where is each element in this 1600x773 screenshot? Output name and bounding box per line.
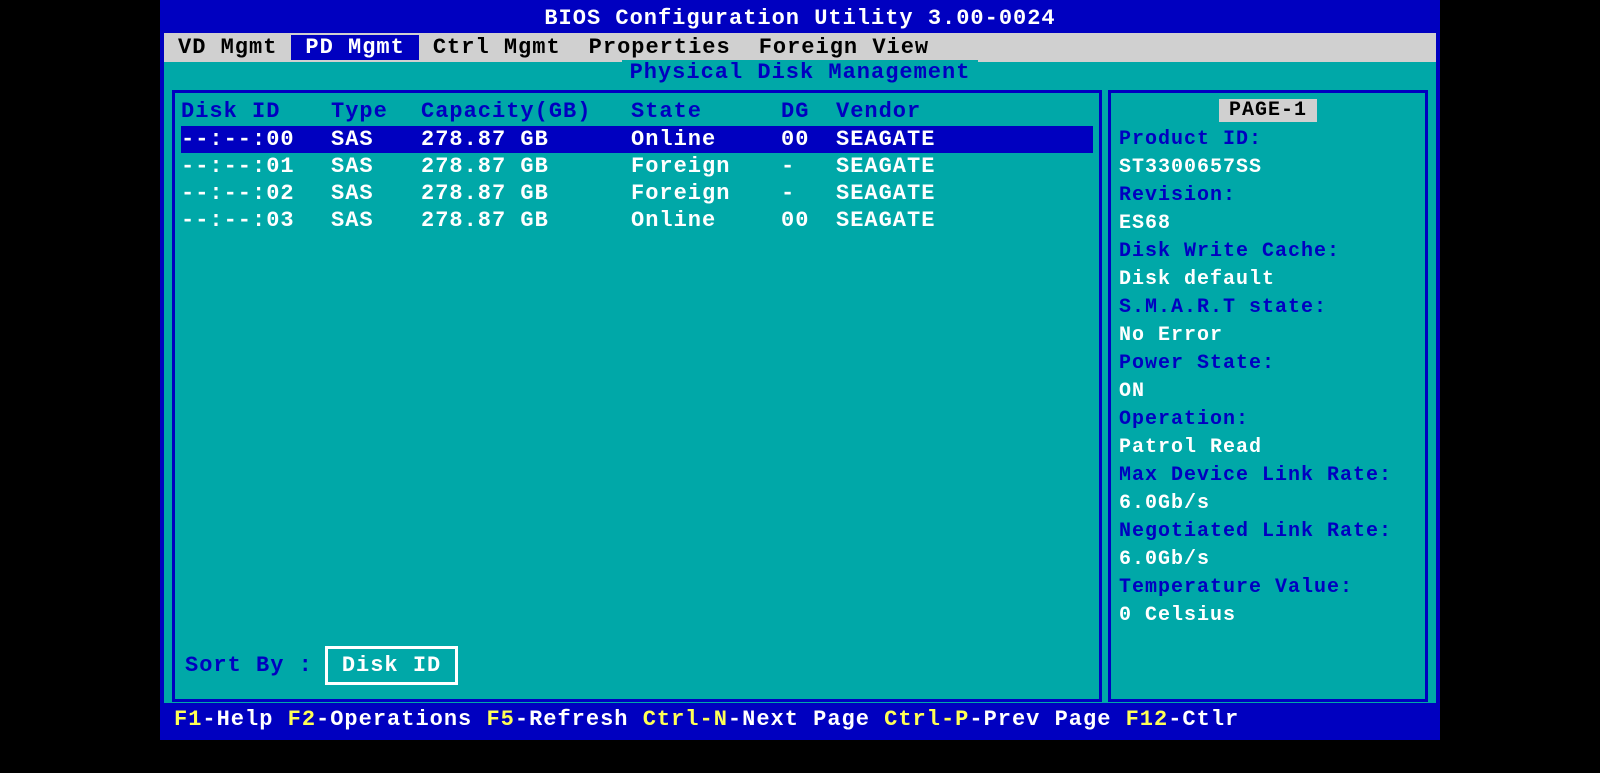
write-cache-value: Disk default [1119, 268, 1275, 291]
footer-text: -Prev Page [969, 707, 1125, 732]
disk-capacity: 278.87 GB [421, 181, 631, 206]
power-label: Power State: [1119, 352, 1275, 375]
page-label-wrap: PAGE-1 [1119, 97, 1417, 122]
disk-dg: - [781, 154, 836, 179]
max-link-label: Max Device Link Rate: [1119, 464, 1392, 487]
operation-value: Patrol Read [1119, 436, 1262, 459]
disk-vendor: SEAGATE [836, 181, 1093, 206]
footer-bar: F1-Help F2-Operations F5-Refresh Ctrl-N-… [164, 703, 1436, 736]
product-id-value: ST3300657SS [1119, 156, 1262, 179]
revision-label: Revision: [1119, 184, 1236, 207]
disk-vendor: SEAGATE [836, 154, 1093, 179]
disk-state: Foreign [631, 181, 781, 206]
body-area: Disk ID Type Capacity(GB) State DG Vendo… [164, 90, 1436, 702]
menu-item-ctrl-mgmt[interactable]: Ctrl Mgmt [419, 35, 575, 60]
disk-type: SAS [331, 181, 421, 206]
col-header-type: Type [331, 99, 421, 124]
disk-type: SAS [331, 208, 421, 233]
smart-label: S.M.A.R.T state: [1119, 296, 1327, 319]
revision-value: ES68 [1119, 212, 1171, 235]
disk-vendor: SEAGATE [836, 208, 1093, 233]
disk-capacity: 278.87 GB [421, 127, 631, 152]
temp-label: Temperature Value: [1119, 576, 1353, 599]
max-link-value: 6.0Gb/s [1119, 492, 1210, 515]
footer-key[interactable]: F5 [486, 707, 514, 732]
disk-state: Foreign [631, 154, 781, 179]
detail-pane: PAGE-1 Product ID: ST3300657SS Revision:… [1108, 90, 1428, 702]
footer-text: -Next Page [728, 707, 884, 732]
disk-row[interactable]: --:--:02SAS278.87 GBForeign-SEAGATE [181, 180, 1093, 207]
disk-dg: 00 [781, 208, 836, 233]
disk-type: SAS [331, 127, 421, 152]
sort-value: Disk ID [342, 653, 441, 678]
disk-capacity: 278.87 GB [421, 208, 631, 233]
write-cache-label: Disk Write Cache: [1119, 240, 1340, 263]
disk-vendor: SEAGATE [836, 127, 1093, 152]
panel-title: Physical Disk Management [622, 60, 979, 85]
disk-capacity: 278.87 GB [421, 154, 631, 179]
disk-id: --:--:00 [181, 127, 331, 152]
footer-text: -Help [202, 707, 287, 732]
col-header-vendor: Vendor [836, 99, 1093, 124]
col-header-capacity: Capacity(GB) [421, 99, 631, 124]
operation-label: Operation: [1119, 408, 1249, 431]
menu-item-foreign-view[interactable]: Foreign View [745, 35, 943, 60]
disk-row[interactable]: --:--:03SAS278.87 GBOnline00SEAGATE [181, 207, 1093, 234]
footer-key[interactable]: F1 [174, 707, 202, 732]
col-header-dg: DG [781, 99, 836, 124]
disk-row[interactable]: --:--:00SAS278.87 GBOnline00SEAGATE [181, 126, 1093, 153]
footer-key[interactable]: Ctrl-N [643, 707, 728, 732]
title-text: BIOS Configuration Utility 3.00-0024 [544, 6, 1055, 31]
footer-key[interactable]: F2 [288, 707, 316, 732]
page-label: PAGE-1 [1219, 99, 1317, 122]
disk-id: --:--:01 [181, 154, 331, 179]
disk-list-pane[interactable]: Disk ID Type Capacity(GB) State DG Vendo… [172, 90, 1102, 702]
footer-key[interactable]: F12 [1126, 707, 1169, 732]
panel-title-wrap: Physical Disk Management [164, 62, 1436, 90]
footer-text: -Refresh [515, 707, 643, 732]
menu-item-vd-mgmt[interactable]: VD Mgmt [164, 35, 291, 60]
footer-text: -Ctlr [1168, 707, 1239, 732]
bios-screen: BIOS Configuration Utility 3.00-0024 VD … [160, 0, 1440, 740]
disk-dg: 00 [781, 127, 836, 152]
disk-state: Online [631, 127, 781, 152]
title-bar: BIOS Configuration Utility 3.00-0024 [164, 4, 1436, 33]
product-id-label: Product ID: [1119, 128, 1262, 151]
sort-row: Sort By : Disk ID [181, 640, 1093, 695]
disk-dg: - [781, 181, 836, 206]
temp-value: 0 Celsius [1119, 604, 1236, 627]
col-header-disk-id: Disk ID [181, 99, 331, 124]
disk-type: SAS [331, 154, 421, 179]
smart-value: No Error [1119, 324, 1223, 347]
menu-item-properties[interactable]: Properties [575, 35, 745, 60]
footer-key[interactable]: Ctrl-P [884, 707, 969, 732]
sort-value-box[interactable]: Disk ID [325, 646, 458, 685]
disk-rows: --:--:00SAS278.87 GBOnline00SEAGATE--:--… [181, 126, 1093, 234]
neg-link-label: Negotiated Link Rate: [1119, 520, 1392, 543]
disk-state: Online [631, 208, 781, 233]
sort-label: Sort By : [185, 653, 313, 678]
disk-row[interactable]: --:--:01SAS278.87 GBForeign-SEAGATE [181, 153, 1093, 180]
disk-id: --:--:02 [181, 181, 331, 206]
menu-bar[interactable]: VD MgmtPD MgmtCtrl MgmtPropertiesForeign… [164, 33, 1436, 62]
neg-link-value: 6.0Gb/s [1119, 548, 1210, 571]
table-header: Disk ID Type Capacity(GB) State DG Vendo… [181, 97, 1093, 126]
power-value: ON [1119, 380, 1145, 403]
footer-text: -Operations [316, 707, 486, 732]
col-header-state: State [631, 99, 781, 124]
menu-item-pd-mgmt[interactable]: PD Mgmt [291, 35, 418, 60]
disk-id: --:--:03 [181, 208, 331, 233]
